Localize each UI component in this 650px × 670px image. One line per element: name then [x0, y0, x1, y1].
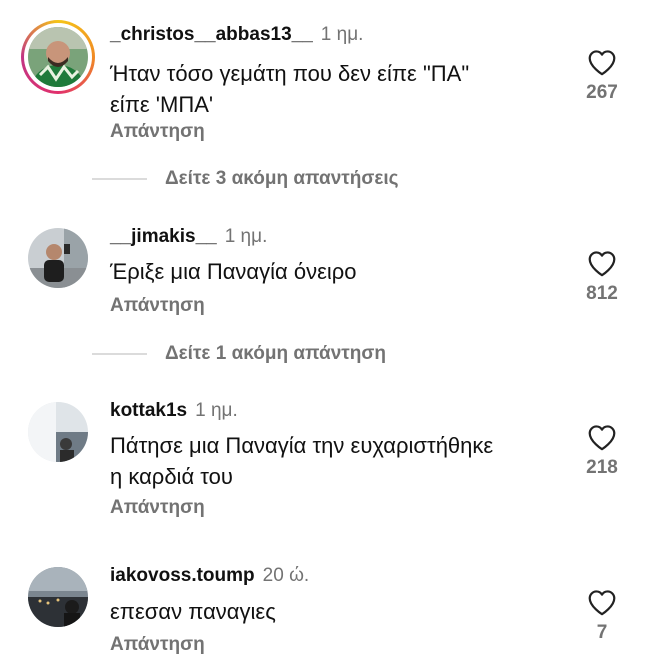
heart-outline-icon[interactable] — [587, 49, 617, 76]
avatar[interactable] — [28, 228, 88, 288]
username[interactable]: kottak1s — [110, 400, 187, 421]
comment-text-line: είπε 'ΜΠΑ' — [110, 92, 214, 117]
heart-outline-icon[interactable] — [587, 589, 617, 616]
like-control[interactable]: 7 — [570, 589, 634, 644]
comment-text-line: Πάτησε μια Παναγία την ευχαριστήθηκε — [110, 433, 494, 458]
comment-meta: kottak1s 1 ημ. — [110, 400, 238, 422]
username[interactable]: _christos__abbas13__ — [110, 24, 313, 45]
story-ring[interactable] — [21, 20, 95, 94]
timestamp: 1 ημ. — [320, 24, 364, 45]
view-more-label: Δείτε 3 ακόμη απαντήσεις — [165, 168, 399, 189]
view-more-label: Δείτε 1 ακόμη απάντηση — [165, 343, 386, 364]
reply-button[interactable]: Απάντηση — [110, 634, 205, 656]
comment-text: Ήταν τόσο γεμάτη που δεν είπε "ΠΑ" είπε … — [110, 58, 570, 120]
comment-text: Πάτησε μια Παναγία την ευχαριστήθηκε η κ… — [110, 430, 570, 492]
heart-outline-icon[interactable] — [587, 250, 617, 277]
comment-meta: iakovoss.toump 20 ώ. — [110, 565, 309, 587]
like-control[interactable]: 267 — [570, 49, 634, 104]
divider-line — [92, 178, 147, 180]
view-more-replies[interactable]: Δείτε 3 ακόμη απαντήσεις — [92, 168, 399, 190]
like-control[interactable]: 218 — [570, 424, 634, 479]
username[interactable]: iakovoss.toump — [110, 565, 255, 586]
comment-text-line: Ήταν τόσο γεμάτη που δεν είπε "ΠΑ" — [110, 61, 470, 86]
reply-button[interactable]: Απάντηση — [110, 497, 205, 519]
reply-button[interactable]: Απάντηση — [110, 295, 205, 317]
view-more-replies[interactable]: Δείτε 1 ακόμη απάντηση — [92, 343, 386, 365]
comment-text-line: Έριξε μια Παναγία όνειρο — [110, 259, 357, 284]
comment-text-line: η καρδιά του — [110, 464, 233, 489]
comment-text: επεσαν παναγιες — [110, 596, 570, 627]
comment-meta: __jimakis__ 1 ημ. — [110, 226, 267, 248]
comment-text-line: επεσαν παναγιες — [110, 599, 276, 624]
comment-text: Έριξε μια Παναγία όνειρο — [110, 256, 570, 287]
comment-meta: _christos__abbas13__ 1 ημ. — [110, 24, 363, 46]
avatar — [28, 27, 88, 87]
heart-outline-icon[interactable] — [587, 424, 617, 451]
username[interactable]: __jimakis__ — [110, 226, 217, 247]
like-control[interactable]: 812 — [570, 250, 634, 305]
timestamp: 20 ώ. — [262, 565, 310, 586]
like-count: 7 — [596, 622, 608, 643]
like-count: 812 — [586, 283, 618, 304]
timestamp: 1 ημ. — [195, 400, 238, 421]
avatar[interactable] — [28, 402, 88, 462]
like-count: 267 — [586, 82, 618, 103]
like-count: 218 — [586, 457, 618, 478]
reply-button[interactable]: Απάντηση — [110, 121, 205, 143]
avatar[interactable] — [28, 567, 88, 627]
divider-line — [92, 353, 147, 355]
timestamp: 1 ημ. — [224, 226, 268, 247]
